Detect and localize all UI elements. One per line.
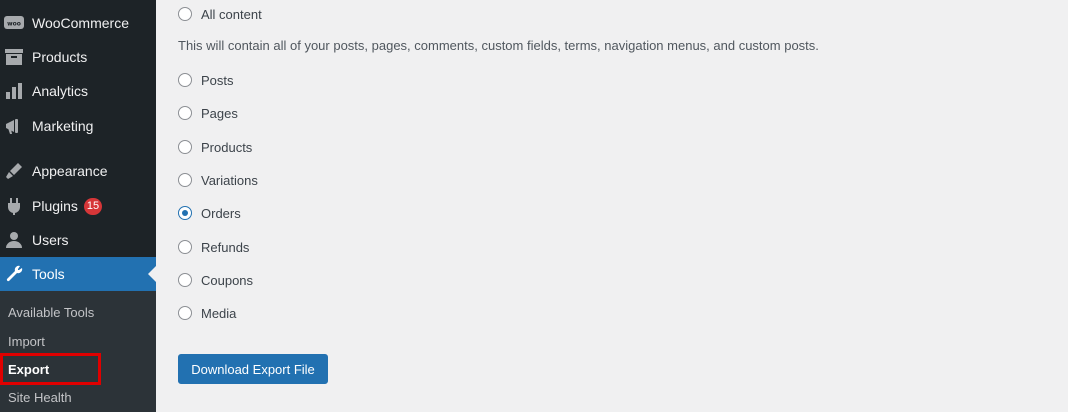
products-icon xyxy=(4,47,24,67)
sidebar-item-plugins[interactable]: Plugins 15 xyxy=(0,189,156,223)
sidebar-item-marketing[interactable]: Marketing xyxy=(0,109,156,143)
radio-refunds[interactable] xyxy=(178,240,192,254)
radio-label: Pages xyxy=(201,105,238,121)
download-export-file-button[interactable]: Download Export File xyxy=(178,354,328,384)
radio-posts[interactable] xyxy=(178,73,192,87)
export-content: All content This will contain all of you… xyxy=(156,0,1068,412)
sidebar-item-users[interactable]: Users xyxy=(0,223,156,257)
export-option-products[interactable]: Products xyxy=(178,137,252,157)
radio-label: Refunds xyxy=(201,239,250,255)
radio-label: Coupons xyxy=(201,272,254,288)
radio-pages[interactable] xyxy=(178,106,192,120)
submenu-item-import[interactable]: Import xyxy=(0,328,156,354)
all-content-description: This will contain all of your posts, pag… xyxy=(178,38,819,53)
export-option-variations[interactable]: Variations xyxy=(178,170,258,190)
marketing-icon xyxy=(4,116,24,136)
radio-label: Orders xyxy=(201,205,241,221)
sidebar-item-label: Plugins xyxy=(32,198,78,214)
users-icon xyxy=(4,230,24,250)
sidebar-item-label: Products xyxy=(32,49,88,65)
analytics-icon xyxy=(4,81,24,101)
radio-coupons[interactable] xyxy=(178,273,192,287)
export-option-pages[interactable]: Pages xyxy=(178,103,238,123)
sidebar-item-label: Appearance xyxy=(32,163,108,179)
radio-label: Products xyxy=(201,139,253,155)
radio-label: Media xyxy=(201,305,237,321)
radio-orders[interactable] xyxy=(178,206,192,220)
sidebar-item-label: Users xyxy=(32,232,69,248)
admin-sidebar: woo WooCommerce Products Analytics Marke… xyxy=(0,0,156,412)
sidebar-item-label: Marketing xyxy=(32,118,94,134)
appearance-icon xyxy=(4,161,24,181)
radio-all-content[interactable] xyxy=(178,7,192,21)
sidebar-item-tools[interactable]: Tools xyxy=(0,257,156,291)
radio-products[interactable] xyxy=(178,140,192,154)
radio-label: Variations xyxy=(201,172,258,188)
submenu-item-available-tools[interactable]: Available Tools xyxy=(0,299,156,325)
radio-media[interactable] xyxy=(178,306,192,320)
sidebar-item-woocommerce[interactable]: woo WooCommerce xyxy=(0,6,156,40)
radio-label: All content xyxy=(201,6,262,22)
plugins-icon xyxy=(4,196,24,216)
radio-label: Posts xyxy=(201,72,234,88)
tools-icon xyxy=(4,264,24,284)
tools-submenu: Available Tools Import Export Site Healt… xyxy=(0,291,156,412)
submenu-item-export[interactable]: Export xyxy=(0,356,156,382)
export-option-refunds[interactable]: Refunds xyxy=(178,237,249,257)
sidebar-item-products[interactable]: Products xyxy=(0,40,156,74)
sidebar-item-label: WooCommerce xyxy=(32,15,129,31)
update-count-badge: 15 xyxy=(83,197,103,215)
sidebar-item-appearance[interactable]: Appearance xyxy=(0,154,156,188)
sidebar-item-analytics[interactable]: Analytics xyxy=(0,74,156,108)
sidebar-item-label: Analytics xyxy=(32,83,89,99)
export-option-posts[interactable]: Posts xyxy=(178,70,234,90)
export-option-coupons[interactable]: Coupons xyxy=(178,270,253,290)
woocommerce-icon: woo xyxy=(4,13,24,33)
export-option-orders[interactable]: Orders xyxy=(178,203,241,223)
radio-variations[interactable] xyxy=(178,173,192,187)
submenu-item-site-health[interactable]: Site Health xyxy=(0,384,156,410)
svg-text:woo: woo xyxy=(7,21,21,28)
export-option-media[interactable]: Media xyxy=(178,303,236,323)
sidebar-item-label: Tools xyxy=(32,266,65,282)
export-option-all-content[interactable]: All content xyxy=(178,4,262,24)
